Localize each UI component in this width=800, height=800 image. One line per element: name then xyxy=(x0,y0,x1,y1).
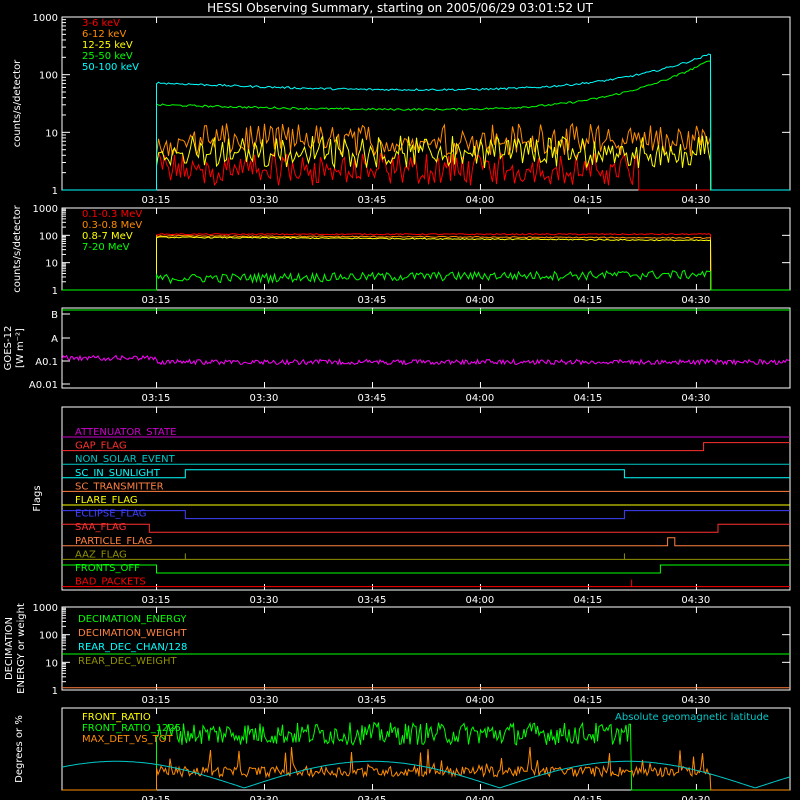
flag-label: AAZ_FLAG xyxy=(75,549,127,560)
flag-label: SC_TRANSMITTER xyxy=(75,481,164,492)
y-tick-label: 100 xyxy=(39,631,58,642)
time-tick-label: 03:30 xyxy=(250,595,279,606)
legend-entry: 50-100 keV xyxy=(82,62,139,73)
flag-label: FLARE_FLAG xyxy=(75,495,138,506)
time-tick-label: 04:00 xyxy=(465,595,494,606)
y-tick-label: 1 xyxy=(52,286,58,297)
legend-entry: DECIMATION_ENERGY xyxy=(78,614,187,625)
time-tick-label: 03:45 xyxy=(357,695,386,706)
y-axis-label: counts/s/detector xyxy=(12,204,23,292)
time-tick-label: 04:15 xyxy=(573,695,602,706)
time-tick-label: 04:15 xyxy=(573,795,602,800)
goes-flux-line xyxy=(61,354,790,366)
time-tick-label: 03:45 xyxy=(357,393,386,404)
time-tick-label: 04:30 xyxy=(681,295,710,306)
flag-label: BAD_PACKETS xyxy=(75,577,146,588)
y-tick-label: 1 xyxy=(52,686,58,697)
legend-entry: 7-20 MeV xyxy=(82,242,130,253)
time-tick-label: 03:30 xyxy=(250,695,279,706)
time-tick-label: 03:45 xyxy=(357,195,386,206)
time-tick-label: 03:30 xyxy=(250,195,279,206)
time-tick-label: 04:00 xyxy=(465,295,494,306)
time-tick-label: 03:45 xyxy=(357,795,386,800)
y-tick-label: 10 xyxy=(45,259,58,270)
flag-label: NON_SOLAR_EVENT xyxy=(75,454,176,465)
y-axis-label-2: ENERGY or weight xyxy=(16,603,27,694)
y-axis-label: GOES-12 xyxy=(3,326,14,371)
time-tick-label: 04:00 xyxy=(465,695,494,706)
y-tick-label: 100 xyxy=(39,231,58,242)
flag-label: GAP_FLAG xyxy=(75,441,127,452)
legend-entry: REAR_DEC_WEIGHT xyxy=(78,656,177,667)
time-tick-label: 04:30 xyxy=(681,195,710,206)
legend-entry: 0.3-0.8 MeV xyxy=(82,220,142,231)
flag-line xyxy=(62,523,790,533)
y-tick-label: A xyxy=(51,334,58,345)
y-axis-label: counts/s/detector xyxy=(12,59,23,147)
annotation-label: Absolute geomagnetic latitude xyxy=(615,712,769,723)
flag-line xyxy=(62,537,790,547)
time-tick-label: 04:15 xyxy=(573,393,602,404)
flag-line xyxy=(62,510,790,520)
time-tick-label: 04:00 xyxy=(465,393,494,404)
legend-entry: 12-25 keV xyxy=(82,40,133,51)
series-line xyxy=(62,746,790,791)
y-tick-label: 1000 xyxy=(33,13,58,24)
y-tick-label: 1 xyxy=(52,186,58,197)
legend-entry: MAX_DET_VS_TOT xyxy=(82,734,174,745)
time-tick-label: 03:45 xyxy=(357,295,386,306)
y-tick-label: 1000 xyxy=(33,204,58,215)
time-tick-label: 03:15 xyxy=(142,695,171,706)
y-tick-label: 10 xyxy=(45,658,58,669)
time-tick-label: 03:15 xyxy=(142,295,171,306)
time-tick-label: 03:30 xyxy=(250,295,279,306)
flag-line xyxy=(62,442,790,452)
series-line xyxy=(62,53,790,191)
legend-entry: FRONT_RATIO_1225 xyxy=(82,723,181,734)
y-axis-label: DECIMATION xyxy=(4,617,15,680)
legend-entry: 0.8-7 MeV xyxy=(82,231,133,242)
goes-frame xyxy=(61,307,791,389)
time-tick-label: 04:00 xyxy=(465,195,494,206)
flag-line xyxy=(62,469,790,479)
time-tick-label: 03:15 xyxy=(142,195,171,206)
time-tick-label: 03:30 xyxy=(250,393,279,404)
y-tick-label: B xyxy=(51,310,58,321)
figure-canvas: 03:15 03:30 03:45 04:00 04:15 04:301101001000… xyxy=(3,13,791,800)
y-tick-label: 10 xyxy=(45,128,58,139)
time-tick-label: 04:15 xyxy=(573,195,602,206)
flag-label: SC_IN_SUNLIGHT xyxy=(75,468,161,479)
time-tick-label: 04:30 xyxy=(681,695,710,706)
time-tick-label: 03:15 xyxy=(142,393,171,404)
y-tick-label: A0.01 xyxy=(29,380,58,391)
y-axis-label: Degrees or % xyxy=(14,715,25,783)
y-tick-label: 100 xyxy=(39,71,58,82)
time-tick-label: 04:15 xyxy=(573,295,602,306)
flag-label: ATTENUATOR_STATE xyxy=(75,427,176,438)
y-tick-label: A0.1 xyxy=(35,357,58,368)
series-line xyxy=(62,269,790,291)
time-tick-label: 03:30 xyxy=(250,795,279,800)
time-tick-label: 04:00 xyxy=(465,795,494,800)
time-tick-label: 03:45 xyxy=(357,595,386,606)
y-axis-unit-label: [W m⁻²] xyxy=(15,328,26,368)
legend-entry: REAR_DEC_CHAN/128 xyxy=(78,642,187,653)
flag-line xyxy=(62,564,790,574)
y-axis-label: Flags xyxy=(32,485,43,511)
legend-entry: 0.1-0.3 MeV xyxy=(82,209,142,220)
legend-entry: 6-12 keV xyxy=(82,29,126,40)
y-tick-label: 1000 xyxy=(33,603,58,614)
legend-entry: 3-6 keV xyxy=(82,18,120,29)
time-tick-label: 04:30 xyxy=(681,595,710,606)
legend-entry: DECIMATION_WEIGHT xyxy=(78,628,187,639)
time-tick-label: 04:30 xyxy=(681,393,710,404)
flag-label: PARTICLE_FLAG xyxy=(75,536,152,547)
time-tick-label: 03:15 xyxy=(142,795,171,800)
time-tick-label: 04:30 xyxy=(681,795,710,800)
time-tick-label: 04:15 xyxy=(573,595,602,606)
series-line xyxy=(62,60,790,191)
legend-entry: FRONT_RATIO xyxy=(82,712,151,723)
time-tick-label: 03:15 xyxy=(142,595,171,606)
legend-entry: 25-50 keV xyxy=(82,51,133,62)
